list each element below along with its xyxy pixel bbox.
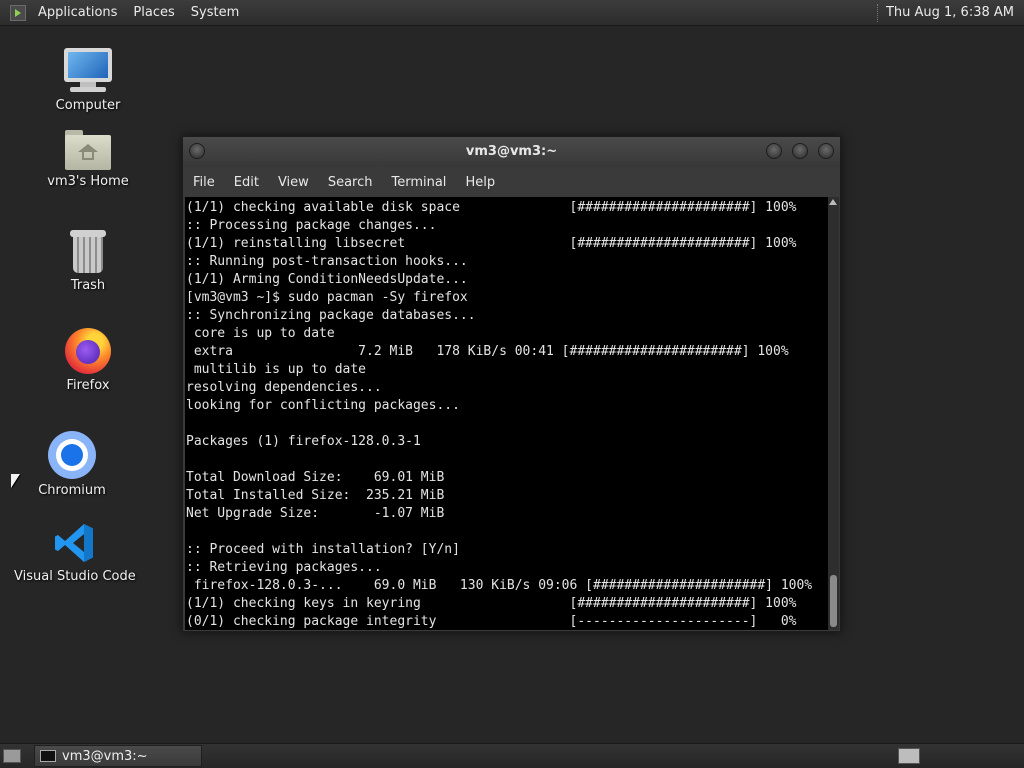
desktop-icon-trash[interactable]: Trash bbox=[53, 230, 123, 293]
clock[interactable]: Thu Aug 1, 6:38 AM bbox=[886, 5, 1024, 20]
desktop-icon-label: Computer bbox=[55, 98, 121, 113]
terminal-line: :: Retrieving packages... bbox=[186, 560, 382, 575]
taskbar-button-terminal[interactable]: vm3@vm3:~ bbox=[34, 745, 202, 767]
terminal-line: :: Synchronizing package databases... bbox=[186, 308, 476, 323]
terminal-line: (1/1) checking available disk space [###… bbox=[186, 200, 797, 215]
terminal-line: :: Processing package changes... bbox=[186, 218, 437, 233]
trash-icon bbox=[70, 230, 106, 274]
desktop-icon-vscode[interactable]: Visual Studio Code bbox=[14, 521, 136, 584]
desktop-icon-firefox[interactable]: Firefox bbox=[53, 328, 123, 393]
window-title: vm3@vm3:~ bbox=[465, 144, 558, 159]
terminal-line: :: Proceed with installation? [Y/n] bbox=[186, 542, 460, 557]
terminal-line: (1/1) Arming ConditionNeedsUpdate... bbox=[186, 272, 468, 287]
terminal-scrollbar[interactable] bbox=[828, 197, 839, 630]
system-menu[interactable]: System bbox=[183, 5, 247, 20]
terminal-line: Packages (1) firefox-128.0.3-1 bbox=[186, 434, 421, 449]
terminal-text: (1/1) checking available disk space [###… bbox=[185, 197, 828, 630]
terminal-output[interactable]: (1/1) checking available disk space [###… bbox=[185, 197, 828, 630]
terminal-line: Total Download Size: 69.01 MiB bbox=[186, 470, 445, 485]
menu-edit[interactable]: Edit bbox=[224, 175, 268, 190]
terminal-line: :: Running post-transaction hooks... bbox=[186, 254, 468, 269]
taskbar-button-label: vm3@vm3:~ bbox=[62, 748, 148, 764]
desktop-icon-label: Visual Studio Code bbox=[14, 569, 136, 584]
mouse-cursor-icon bbox=[11, 474, 20, 488]
terminal-menubar: File Edit View Search Terminal Help bbox=[183, 169, 840, 195]
desktop-icon-computer[interactable]: Computer bbox=[48, 46, 128, 113]
terminal-line: firefox-128.0.3-... 69.0 MiB 130 KiB/s 0… bbox=[186, 578, 813, 593]
minimize-button[interactable] bbox=[766, 143, 782, 159]
desktop-icon-label: vm3's Home bbox=[47, 174, 129, 189]
terminal-line: core is up to date bbox=[186, 326, 335, 341]
places-menu[interactable]: Places bbox=[125, 5, 182, 20]
terminal-line: looking for conflicting packages... bbox=[186, 398, 460, 413]
bottom-panel: vm3@vm3:~ bbox=[0, 743, 1024, 768]
maximize-button[interactable] bbox=[792, 143, 808, 159]
window-menu-button[interactable] bbox=[189, 143, 205, 159]
terminal-line: Total Installed Size: 235.21 MiB bbox=[186, 488, 445, 503]
menu-search[interactable]: Search bbox=[318, 175, 382, 190]
terminal-window[interactable]: vm3@vm3:~ File Edit View Search Terminal… bbox=[182, 136, 841, 632]
top-panel: Applications Places System Thu Aug 1, 6:… bbox=[0, 0, 1024, 26]
terminal-line: resolving dependencies... bbox=[186, 380, 382, 395]
firefox-icon bbox=[65, 328, 111, 374]
menu-terminal[interactable]: Terminal bbox=[381, 175, 455, 190]
terminal-line: Net Upgrade Size: -1.07 MiB bbox=[186, 506, 445, 521]
terminal-line: (1/1) checking keys in keyring [########… bbox=[186, 596, 797, 611]
menu-file[interactable]: File bbox=[183, 175, 224, 190]
terminal-icon bbox=[40, 750, 56, 762]
terminal-line: (0/1) checking package integrity [------… bbox=[186, 614, 797, 629]
show-desktop-button[interactable] bbox=[3, 749, 21, 763]
terminal-line: [vm3@vm3 ~]$ sudo pacman -Sy firefox bbox=[186, 290, 468, 305]
menu-help[interactable]: Help bbox=[455, 175, 504, 190]
close-button[interactable] bbox=[818, 143, 834, 159]
desktop-icon-label: Trash bbox=[70, 278, 106, 293]
terminal-line: extra 7.2 MiB 178 KiB/s 00:41 [#########… bbox=[186, 344, 789, 359]
applications-menu[interactable]: Applications bbox=[30, 5, 125, 20]
applications-menu-icon[interactable] bbox=[10, 4, 26, 21]
panel-separator bbox=[876, 3, 880, 22]
workspace-switcher[interactable] bbox=[898, 748, 920, 764]
window-titlebar[interactable]: vm3@vm3:~ bbox=[183, 137, 840, 167]
menu-view[interactable]: View bbox=[268, 175, 318, 190]
desktop-icon-label: Chromium bbox=[38, 483, 106, 498]
terminal-line: multilib is up to date bbox=[186, 362, 367, 377]
chromium-icon bbox=[48, 431, 96, 479]
scroll-up-arrow-icon[interactable] bbox=[829, 199, 837, 205]
terminal-line: (1/1) reinstalling libsecret [##########… bbox=[186, 236, 797, 251]
scrollbar-thumb[interactable] bbox=[830, 575, 837, 627]
desktop-icon-chromium[interactable]: Chromium bbox=[32, 431, 112, 498]
vscode-icon bbox=[52, 521, 96, 565]
home-folder-icon bbox=[65, 130, 111, 170]
desktop-icon-label: Firefox bbox=[66, 378, 110, 393]
desktop-icon-home[interactable]: vm3's Home bbox=[43, 130, 133, 189]
computer-icon bbox=[64, 46, 112, 94]
